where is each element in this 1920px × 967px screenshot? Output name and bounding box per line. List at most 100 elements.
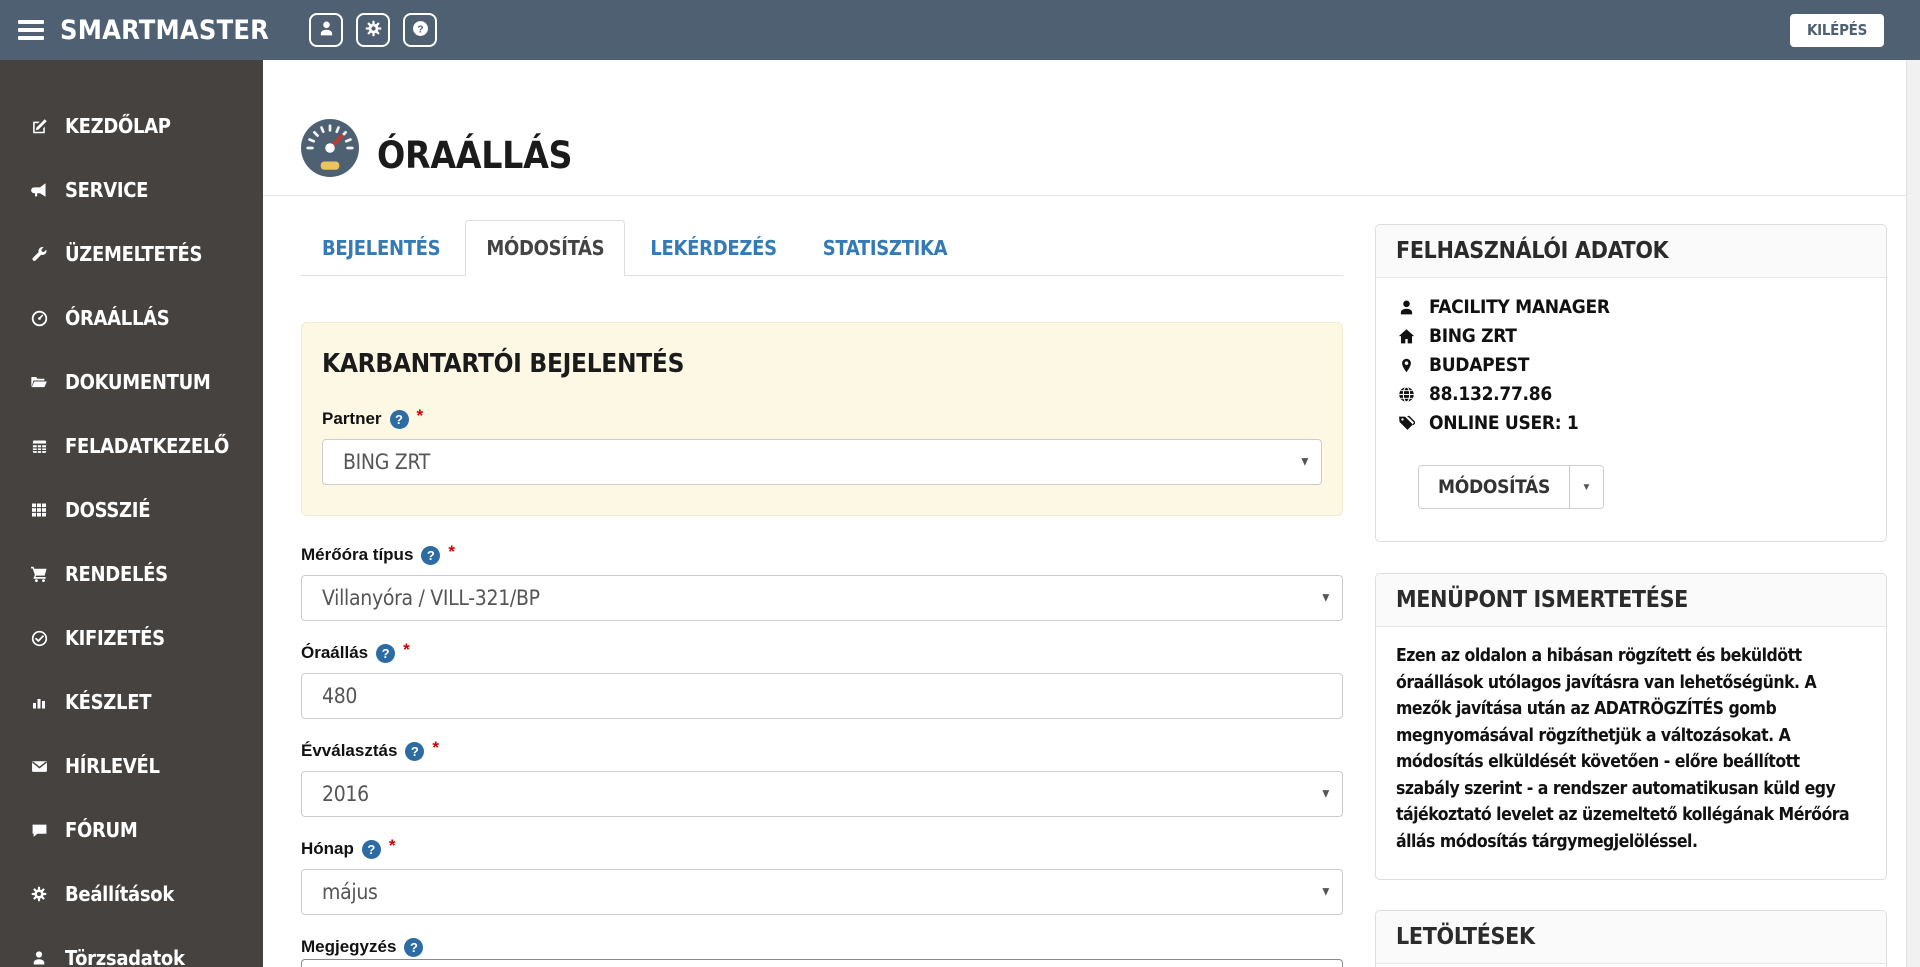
meter-type-field: Mérőóra típus ? * Villanyóra / VILL-321/…	[301, 542, 1343, 621]
partner-select[interactable]: BING ZRT ▼	[322, 439, 1322, 485]
meter-type-label: Mérőóra típus	[301, 545, 414, 564]
map-marker-icon	[1396, 357, 1416, 374]
required-marker: *	[403, 640, 410, 659]
question-circle-icon: ?	[412, 20, 429, 40]
settings-button[interactable]	[356, 13, 391, 47]
user-row-company: BING ZRT	[1396, 325, 1866, 347]
edit-icon	[26, 118, 52, 135]
year-field: Évválasztás ? * 2016 ▼	[301, 738, 1343, 817]
chevron-down-icon[interactable]: ▼	[1568, 466, 1603, 508]
form-column: BEJELENTÉS MÓDOSÍTÁS LEKÉRDEZÉS STATISZT…	[301, 196, 1343, 967]
page-header: ÓRAÁLLÁS	[263, 60, 1920, 196]
cart-icon	[26, 565, 52, 583]
sidebar-item-feladatkezelo[interactable]: FELADATKEZELŐ	[0, 414, 263, 478]
help-icon[interactable]: ?	[376, 643, 396, 663]
tab-bar: BEJELENTÉS MÓDOSÍTÁS LEKÉRDEZÉS STATISZT…	[301, 220, 1343, 276]
sidebar-item-keszlet[interactable]: KÉSZLET	[0, 670, 263, 734]
sidebar-item-forum[interactable]: FÓRUM	[0, 798, 263, 862]
gear-icon	[365, 20, 382, 40]
section-title: KARBANTARTÓI BEJELENTÉS	[322, 349, 685, 379]
user-data-panel: FELHASZNÁLÓI ADATOK FACILITY MANAGER BIN…	[1375, 224, 1887, 542]
year-label: Évválasztás	[301, 741, 398, 760]
gear-icon	[26, 886, 52, 902]
tab-bejelentes[interactable]: BEJELENTÉS	[301, 220, 461, 276]
grid-icon	[26, 502, 52, 518]
user-icon	[1396, 299, 1416, 316]
help-icon[interactable]: ?	[421, 545, 441, 565]
home-icon	[1396, 328, 1416, 345]
gauge-icon	[301, 119, 359, 182]
tab-modositas[interactable]: MÓDOSÍTÁS	[465, 220, 626, 276]
logout-button[interactable]: KILÉPÉS	[1789, 13, 1884, 47]
maintainer-report-panel: KARBANTARTÓI BEJELENTÉS Partner ? * BING…	[301, 322, 1343, 516]
sidebar-item-oraallas[interactable]: ÓRAÁLLÁS	[0, 286, 263, 350]
help-icon[interactable]: ?	[404, 937, 424, 957]
sidebar-item-hirlevel[interactable]: HÍRLEVÉL	[0, 734, 263, 798]
required-marker: *	[416, 406, 424, 425]
user-row-ip: 88.132.77.86	[1396, 383, 1866, 405]
tab-statisztika[interactable]: STATISZTIKA	[802, 220, 969, 276]
help-button[interactable]: ?	[403, 13, 438, 47]
main-content: ÓRAÁLLÁS BEJELENTÉS MÓDOSÍTÁS LEKÉRDEZÉS…	[263, 60, 1920, 967]
downloads-panel-title: LETÖLTÉSEK	[1376, 911, 1886, 964]
user-icon	[26, 950, 52, 966]
reading-field: Óraállás ? *	[301, 640, 1343, 719]
note-textarea[interactable]	[301, 959, 1343, 967]
help-icon[interactable]: ?	[405, 741, 425, 761]
sidebar-item-kifizetes[interactable]: KIFIZETÉS	[0, 606, 263, 670]
sidebar-item-uzemeltetes[interactable]: ÜZEMELTETÉS	[0, 222, 263, 286]
svg-text:?: ?	[417, 24, 423, 35]
bar-chart-icon	[26, 694, 52, 710]
reading-label: Óraállás	[301, 643, 369, 662]
sidebar-item-torzsadatok[interactable]: Törzsadatok	[0, 926, 263, 967]
chevron-down-icon: ▼	[1301, 456, 1308, 468]
required-marker: *	[432, 738, 440, 757]
year-select[interactable]: 2016 ▼	[301, 771, 1343, 817]
user-icon	[318, 20, 335, 40]
envelope-icon	[26, 758, 52, 775]
month-field: Hónap ? * május ▼	[301, 836, 1343, 915]
help-icon[interactable]: ?	[361, 839, 381, 859]
folder-open-icon	[26, 373, 52, 391]
partner-label: Partner	[322, 409, 382, 428]
sidebar-item-service[interactable]: SERVICE	[0, 158, 263, 222]
month-label: Hónap	[301, 839, 354, 858]
comment-icon	[26, 822, 52, 839]
top-navbar: SMARTMASTER ? KILÉPÉS	[0, 0, 1920, 60]
note-label: Megjegyzés	[301, 937, 397, 956]
page-title: ÓRAÁLLÁS	[377, 134, 573, 177]
downloads-panel: LETÖLTÉSEK A. TÖRZSADAT MODUL	[1375, 910, 1887, 967]
partner-field: Partner ? * BING ZRT ▼	[322, 406, 1322, 485]
user-row-city: BUDAPEST	[1396, 354, 1866, 376]
gauge-icon	[26, 310, 52, 327]
scrollbar[interactable]	[1906, 60, 1920, 967]
required-marker: *	[388, 836, 396, 855]
sidebar: KEZDŐLAP SERVICE ÜZEMELTETÉS ÓRAÁLLÁS DO…	[0, 60, 263, 967]
sidebar-item-dosszie[interactable]: DOSSZIÉ	[0, 478, 263, 542]
sidebar-item-beallitasok[interactable]: Beállítások	[0, 862, 263, 926]
chevron-down-icon: ▼	[1322, 592, 1329, 604]
sidebar-item-dokumentum[interactable]: DOKUMENTUM	[0, 350, 263, 414]
sidebar-item-rendeles[interactable]: RENDELÉS	[0, 542, 263, 606]
sidebar-item-kezdolap[interactable]: KEZDŐLAP	[0, 94, 263, 158]
menu-toggle-icon[interactable]	[18, 16, 44, 44]
modify-button[interactable]: MÓDOSÍTÁS	[1419, 466, 1569, 508]
tags-icon	[1396, 415, 1416, 432]
modify-split-button: MÓDOSÍTÁS ▼	[1418, 465, 1604, 509]
user-data-panel-title: FELHASZNÁLÓI ADATOK	[1376, 225, 1886, 278]
chevron-down-icon: ▼	[1322, 788, 1329, 800]
reading-input[interactable]	[301, 673, 1343, 719]
menu-info-text: Ezen az oldalon a hibásan rögzített és b…	[1396, 646, 1850, 852]
meter-type-select[interactable]: Villanyóra / VILL-321/BP ▼	[301, 575, 1343, 621]
right-column: FELHASZNÁLÓI ADATOK FACILITY MANAGER BIN…	[1375, 196, 1887, 967]
globe-icon	[1396, 386, 1416, 403]
wrench-icon	[26, 246, 52, 263]
tab-lekerdezes[interactable]: LEKÉRDEZÉS	[629, 220, 797, 276]
chevron-down-icon: ▼	[1322, 886, 1329, 898]
app-brand[interactable]: SMARTMASTER	[60, 15, 269, 46]
month-select[interactable]: május ▼	[301, 869, 1343, 915]
required-marker: *	[448, 542, 456, 561]
profile-button[interactable]	[309, 13, 344, 47]
help-icon[interactable]: ?	[389, 409, 409, 429]
note-field: Megjegyzés ?	[301, 937, 1343, 967]
